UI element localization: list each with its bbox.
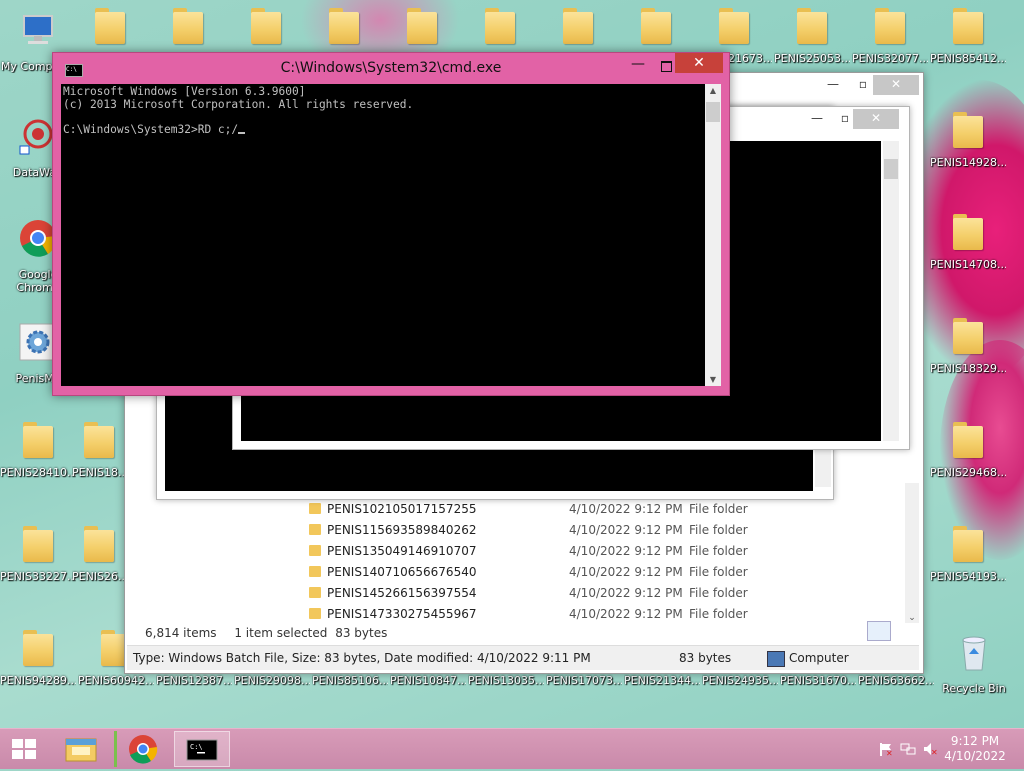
desktop-folder[interactable]: PENIS54193... bbox=[930, 524, 1006, 608]
file-explorer-icon bbox=[65, 738, 97, 762]
folder-icon bbox=[327, 8, 361, 44]
folder-icon bbox=[717, 8, 751, 44]
table-row[interactable]: PENIS140710656676540 4/10/2022 9:12 PM Fil… bbox=[309, 562, 869, 583]
cmd-window[interactable]: C:\ C:\Windows\System32\cmd.exe — ✕ Micr… bbox=[52, 52, 730, 396]
scrollbar[interactable] bbox=[883, 141, 899, 441]
recycle-bin-icon bbox=[954, 632, 994, 674]
folder-icon bbox=[93, 8, 127, 44]
maximize-icon bbox=[660, 61, 672, 72]
desktop-folder[interactable]: PENIS94289... bbox=[0, 628, 76, 712]
folder-icon bbox=[21, 526, 55, 562]
scrollbar[interactable]: ▲ ▼ bbox=[705, 84, 721, 386]
network-icon[interactable] bbox=[900, 741, 916, 757]
folder-icon bbox=[483, 8, 517, 44]
desktop-folder[interactable]: PENIS85412... bbox=[930, 6, 1006, 90]
clock[interactable]: 9:12 PM 4/10/2022 bbox=[940, 734, 1010, 764]
table-row[interactable]: PENIS135049146910707 4/10/2022 9:12 PM Fil… bbox=[309, 541, 869, 562]
computer-icon bbox=[767, 651, 785, 667]
folder-icon bbox=[309, 503, 321, 514]
folder-icon bbox=[951, 8, 985, 44]
folder-icon bbox=[309, 566, 321, 577]
scroll-thumb[interactable] bbox=[706, 102, 720, 122]
folder-icon bbox=[309, 587, 321, 598]
minimize-button[interactable]: — bbox=[625, 57, 651, 75]
folder-icon bbox=[82, 422, 116, 458]
console-line: (c) 2013 Microsoft Corporation. All righ… bbox=[63, 97, 414, 111]
table-row[interactable]: PENIS102105017157255 4/10/2022 9:12 PM Fil… bbox=[309, 499, 869, 520]
taskbar: C:\ ✕ ✕ 9:12 PM 4/10/2022 bbox=[0, 728, 1024, 769]
console-prompt-line: C:\Windows\System32>RD c;/ bbox=[63, 123, 702, 137]
table-row[interactable]: PENIS115693589840262 4/10/2022 9:12 PM Fil… bbox=[309, 520, 869, 541]
desktop-icon-recycle-bin[interactable]: Recycle Bin bbox=[936, 628, 1012, 712]
scrollbar[interactable] bbox=[815, 447, 831, 487]
text-cursor bbox=[238, 131, 246, 134]
desktop-folder[interactable]: PENIS14928... bbox=[930, 110, 1006, 194]
folder-icon bbox=[249, 8, 283, 44]
details-bar: Type: Windows Batch File, Size: 83 bytes… bbox=[127, 645, 919, 670]
scrollbar[interactable]: ⌄ bbox=[905, 483, 919, 623]
cmd-icon: C:\ bbox=[186, 739, 218, 761]
start-button[interactable] bbox=[0, 729, 48, 769]
folder-icon bbox=[951, 214, 985, 250]
desktop-folder[interactable]: PENIS26... bbox=[72, 524, 126, 608]
desktop-folder[interactable]: PENIS33227... bbox=[0, 524, 76, 608]
folder-icon bbox=[561, 8, 595, 44]
volume-muted-icon[interactable]: ✕ bbox=[922, 741, 938, 757]
taskbar-chrome[interactable] bbox=[114, 731, 173, 767]
svg-text:✕: ✕ bbox=[931, 748, 938, 757]
folder-icon bbox=[405, 8, 439, 44]
desktop-folder[interactable]: PENIS29468... bbox=[930, 420, 1006, 504]
folder-icon bbox=[82, 526, 116, 562]
taskbar-cmd[interactable]: C:\ bbox=[174, 731, 230, 767]
desktop-folder[interactable]: PENIS18329... bbox=[930, 316, 1006, 400]
folder-icon bbox=[951, 112, 985, 148]
windows-logo-icon bbox=[12, 739, 38, 761]
scroll-down-icon[interactable]: ▼ bbox=[705, 375, 721, 384]
status-bar: 6,814 items 1 item selected 83 bytes bbox=[145, 626, 388, 640]
console-line: Microsoft Windows [Version 6.3.9600] bbox=[63, 85, 306, 98]
action-center-flag-icon[interactable]: ✕ bbox=[878, 741, 894, 758]
details-view-button[interactable] bbox=[867, 621, 891, 641]
folder-icon bbox=[171, 8, 205, 44]
folder-icon bbox=[951, 422, 985, 458]
large-icons-view-button[interactable] bbox=[891, 621, 915, 641]
desktop-folder[interactable]: PENIS18... bbox=[72, 420, 126, 504]
desktop-folder[interactable]: PENIS14708... bbox=[930, 212, 1006, 296]
table-row[interactable]: PENIS147330275455967 4/10/2022 9:12 PM Fil… bbox=[309, 604, 869, 625]
svg-text:C:\: C:\ bbox=[190, 743, 203, 751]
folder-icon bbox=[21, 630, 55, 666]
chrome-icon bbox=[129, 735, 158, 764]
desktop-folder[interactable]: PENIS28410... bbox=[0, 420, 76, 504]
console-output[interactable]: Microsoft Windows [Version 6.3.9600] (c) … bbox=[61, 84, 705, 386]
folder-icon bbox=[309, 608, 321, 619]
table-row[interactable]: PENIS145266156397554 4/10/2022 9:12 PM Fil… bbox=[309, 583, 869, 604]
close-button[interactable]: ✕ bbox=[873, 75, 919, 95]
svg-text:✕: ✕ bbox=[886, 749, 893, 757]
scroll-thumb[interactable] bbox=[884, 159, 898, 179]
folder-icon bbox=[639, 8, 673, 44]
folder-icon bbox=[21, 422, 55, 458]
close-button[interactable]: ✕ bbox=[853, 109, 899, 129]
folder-icon bbox=[951, 526, 985, 562]
folder-icon bbox=[795, 8, 829, 44]
folder-icon bbox=[309, 524, 321, 535]
folder-icon bbox=[951, 318, 985, 354]
scroll-up-icon[interactable]: ▲ bbox=[705, 86, 721, 95]
computer-icon bbox=[18, 10, 58, 52]
system-tray: ✕ ✕ 9:12 PM 4/10/2022 bbox=[864, 729, 1024, 769]
close-button[interactable]: ✕ bbox=[675, 53, 723, 73]
folder-icon bbox=[873, 8, 907, 44]
taskbar-file-explorer[interactable] bbox=[54, 731, 110, 767]
folder-icon bbox=[309, 545, 321, 556]
